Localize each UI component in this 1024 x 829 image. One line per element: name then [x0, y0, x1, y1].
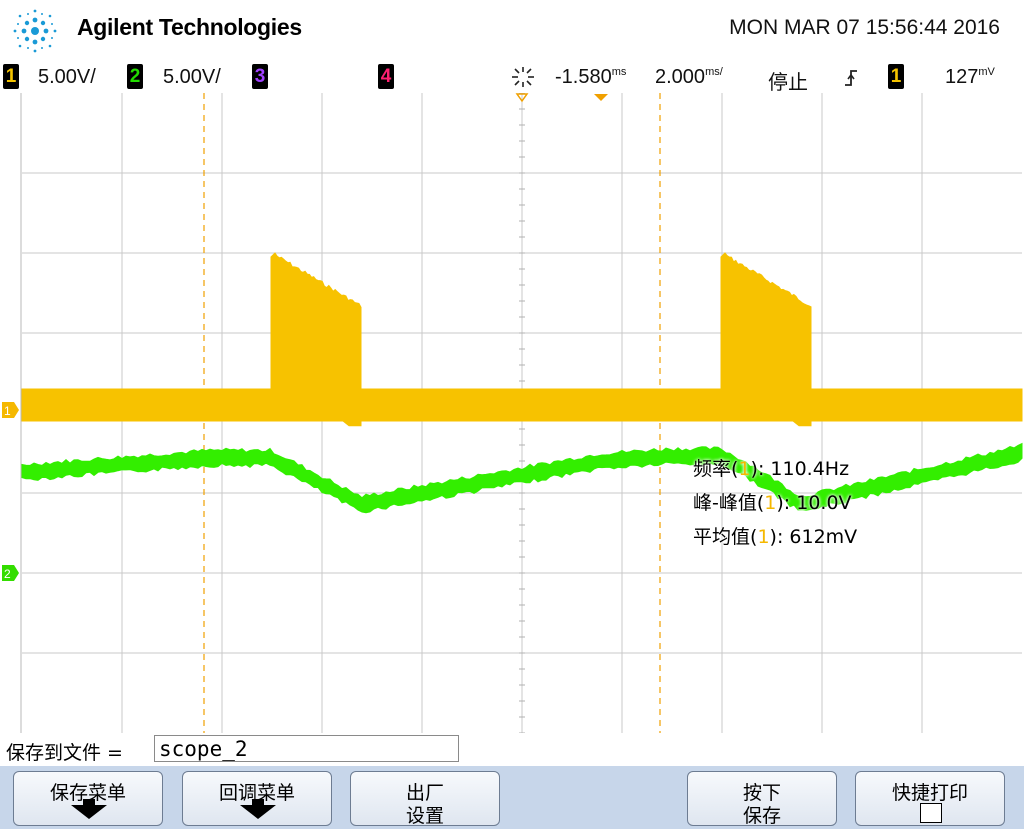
trigger-edge-icon: [845, 70, 857, 86]
save-to-file-label: 保存到文件 =: [6, 742, 123, 764]
ch2-badge[interactable]: 2: [127, 64, 143, 89]
trigger-unit: mV: [978, 66, 995, 78]
softkey-bar: 保存菜单 回调菜单 出厂 设置 按下 保存 快捷打印: [0, 766, 1024, 829]
submenu-arrow-icon: [71, 805, 107, 819]
ch4-badge[interactable]: 4: [378, 64, 394, 89]
pp-measurement: 峰-峰值(1): 10.0V: [693, 492, 852, 514]
svg-text:2: 2: [4, 567, 11, 581]
header-bar: Agilent Technologies MON MAR 07 15:56:44…: [0, 0, 1024, 60]
ch1-badge[interactable]: 1: [3, 64, 19, 89]
press-to-save-button[interactable]: 按下 保存: [687, 771, 837, 827]
recall-menu-button[interactable]: 回调菜单: [182, 771, 332, 826]
measurement-panel: 频率(1): 110.4Hz 峰-峰值(1): 10.0V 平均值(1): 61…: [693, 452, 857, 554]
status-bar: 1 5.00V/ 2 5.00V/ 3 4 -1.580ms 2.000ms/ …: [0, 61, 1024, 94]
quick-print-button[interactable]: 快捷打印: [855, 771, 1005, 826]
ch2-scale: 5.00V/: [163, 66, 221, 88]
brand-name: Agilent Technologies: [77, 14, 302, 40]
agilent-spark-icon: [13, 9, 57, 53]
checkbox-icon: [920, 803, 942, 823]
ch3-badge[interactable]: 3: [252, 64, 268, 89]
trigger-level: 127: [945, 66, 979, 88]
filename-field[interactable]: scope_2: [154, 735, 459, 762]
time-scale: 2.000: [655, 66, 706, 88]
acquisition-icon: [512, 67, 534, 87]
svg-text:1: 1: [4, 404, 11, 418]
date-time: MON MAR 07 15:56:44 2016: [729, 16, 1000, 39]
save-to-file-bar: 保存到文件 = scope_2: [0, 733, 1024, 766]
freq-measurement: 频率(1): 110.4Hz: [693, 458, 850, 480]
factory-setup-button[interactable]: 出厂 设置: [350, 771, 500, 827]
run-state: 停止: [768, 72, 808, 94]
submenu-arrow-icon: [240, 805, 276, 819]
save-menu-button[interactable]: 保存菜单: [13, 771, 163, 826]
waveform-display[interactable]: 1 2: [0, 93, 1024, 733]
trigger-source[interactable]: 1: [888, 64, 904, 89]
ch1-scale: 5.00V/: [38, 66, 96, 88]
avg-measurement: 平均值(1): 612mV: [693, 526, 858, 548]
scale-unit: ms/: [705, 66, 723, 78]
time-delay: -1.580: [555, 66, 612, 88]
delay-unit: ms: [611, 66, 627, 78]
